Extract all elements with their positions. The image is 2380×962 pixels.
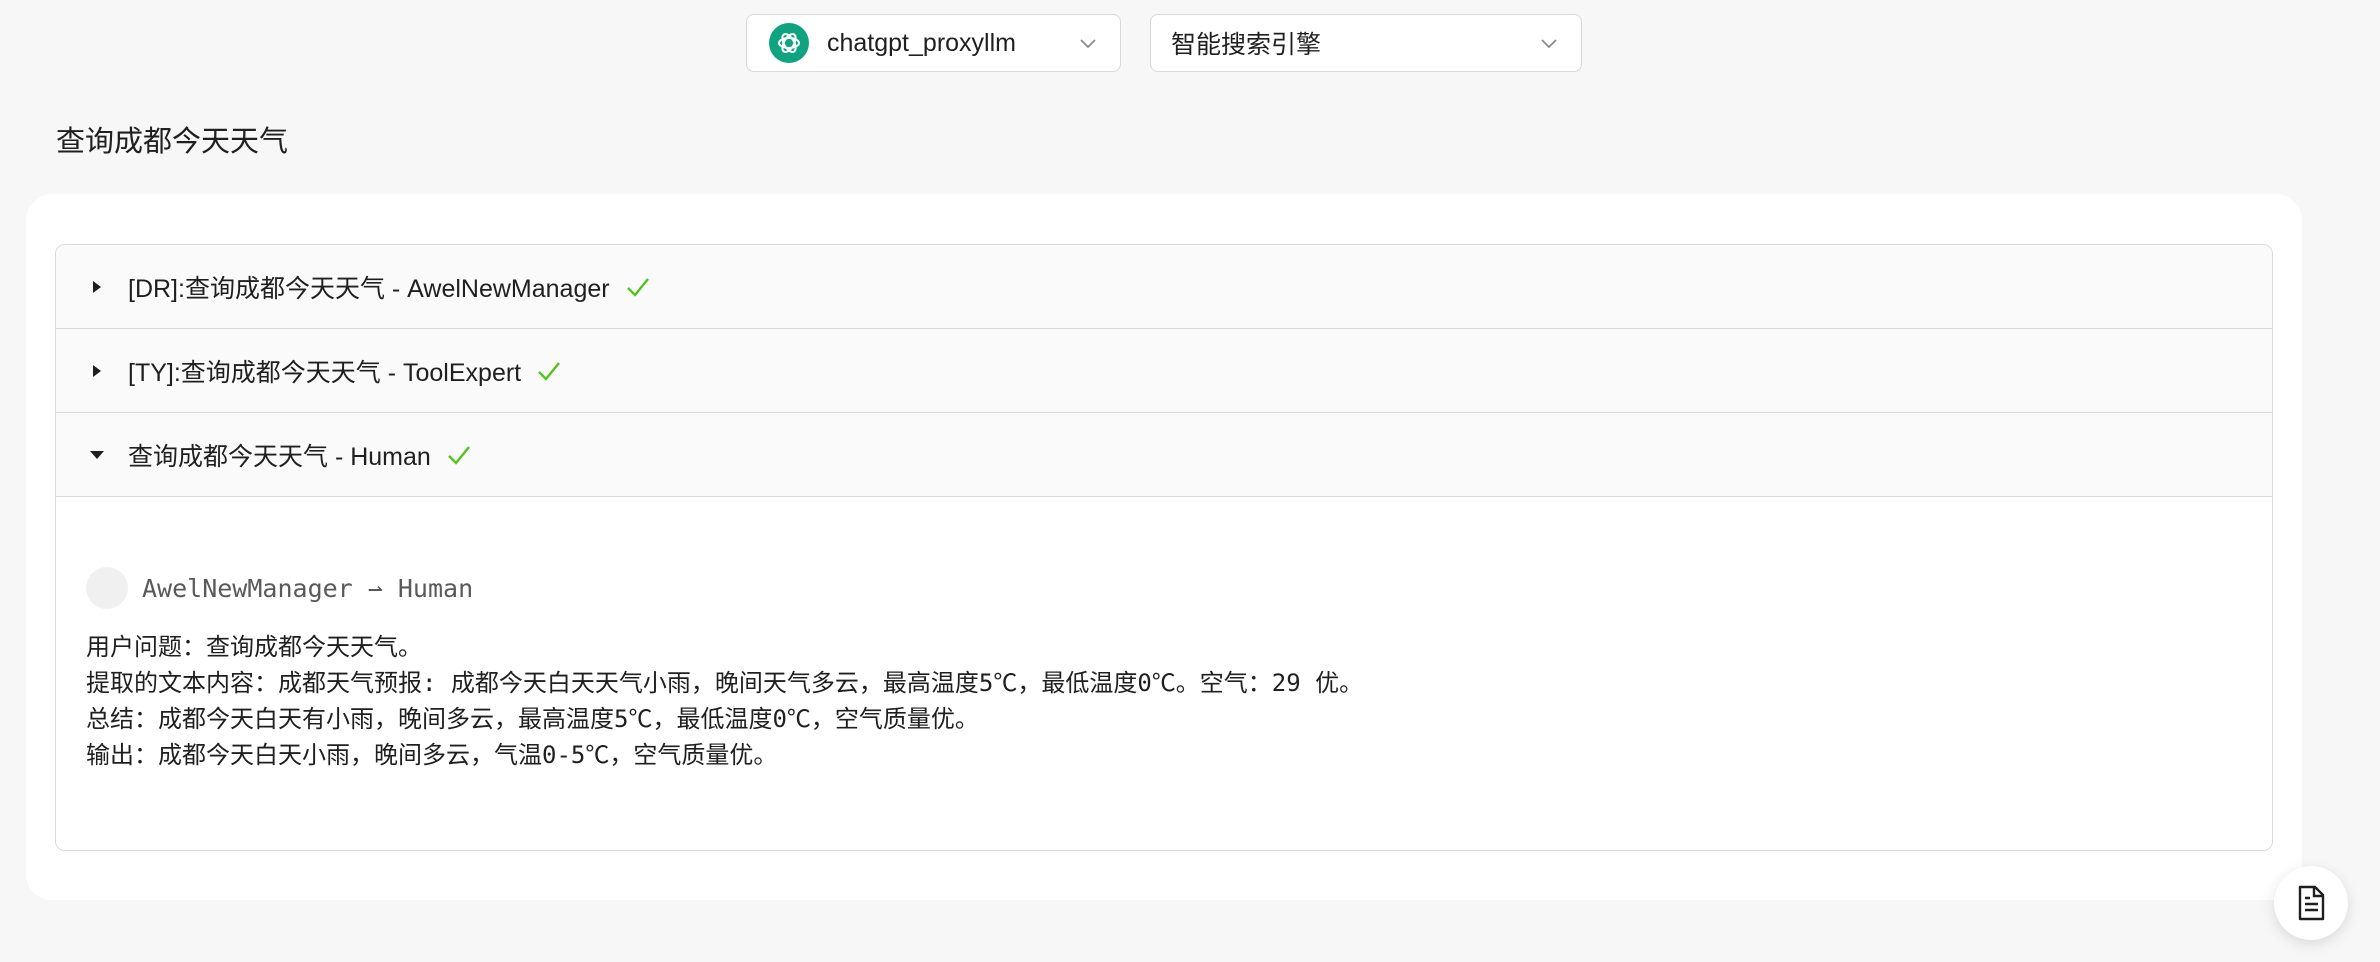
query-title: 查询成都今天天气	[56, 126, 289, 158]
message-line: 输出：成都今天白天小雨，晚间多云，气温0-5℃，空气质量优。	[86, 741, 778, 769]
check-icon	[538, 361, 561, 381]
chevron-down-icon	[1080, 39, 1096, 49]
openai-logo-icon	[769, 23, 809, 63]
mode-select-value: 智能搜索引擎	[1171, 31, 1322, 59]
panel-title: [DR]:查询成都今天天气 - AwelNewManager	[128, 274, 610, 303]
page: chatgpt_proxyllm 智能搜索引擎 查询成都今天天气 [DR]:查询…	[0, 0, 2380, 962]
file-text-button[interactable]	[2274, 866, 2348, 940]
model-select-value: chatgpt_proxyllm	[827, 28, 1016, 57]
panel-header-ty[interactable]: [TY]:查询成都今天天气 - ToolExpert	[56, 329, 2272, 413]
agent-steps-collapse: [DR]:查询成都今天天气 - AwelNewManager [TY]:查询成都…	[55, 244, 2273, 851]
caret-down-icon	[90, 450, 104, 459]
caret-right-icon	[93, 280, 101, 293]
mode-select[interactable]: 智能搜索引擎	[1150, 14, 1582, 72]
avatar	[86, 567, 128, 609]
message-sender: AwelNewManager ⇀ Human	[142, 573, 474, 603]
conversation-card: [DR]:查询成都今天天气 - AwelNewManager [TY]:查询成都…	[26, 194, 2302, 900]
chevron-down-icon	[1541, 39, 1557, 49]
caret-right-icon	[93, 364, 101, 377]
check-icon	[447, 445, 470, 465]
message-line: 提取的文本内容：成都天气预报: 成都今天白天天气小雨，晚间天气多云，最高温度5℃…	[86, 669, 1364, 697]
panel-body-human: AwelNewManager ⇀ Human 用户问题：查询成都今天天气。 提取…	[56, 497, 2272, 850]
model-select[interactable]: chatgpt_proxyllm	[746, 14, 1121, 72]
message-line: 总结：成都今天白天有小雨，晚间多云，最高温度5℃，最低温度0℃，空气质量优。	[86, 705, 979, 733]
check-icon	[626, 277, 649, 297]
panel-title: 查询成都今天天气 - Human	[128, 442, 431, 471]
panel-header-human[interactable]: 查询成都今天天气 - Human	[56, 413, 2272, 497]
message-line: 用户问题：查询成都今天天气。	[86, 633, 422, 661]
panel-header-dr[interactable]: [DR]:查询成都今天天气 - AwelNewManager	[56, 245, 2272, 329]
file-text-icon	[2298, 885, 2325, 921]
message-header: AwelNewManager ⇀ Human	[86, 567, 2242, 609]
panel-title: [TY]:查询成都今天天气 - ToolExpert	[128, 358, 522, 387]
